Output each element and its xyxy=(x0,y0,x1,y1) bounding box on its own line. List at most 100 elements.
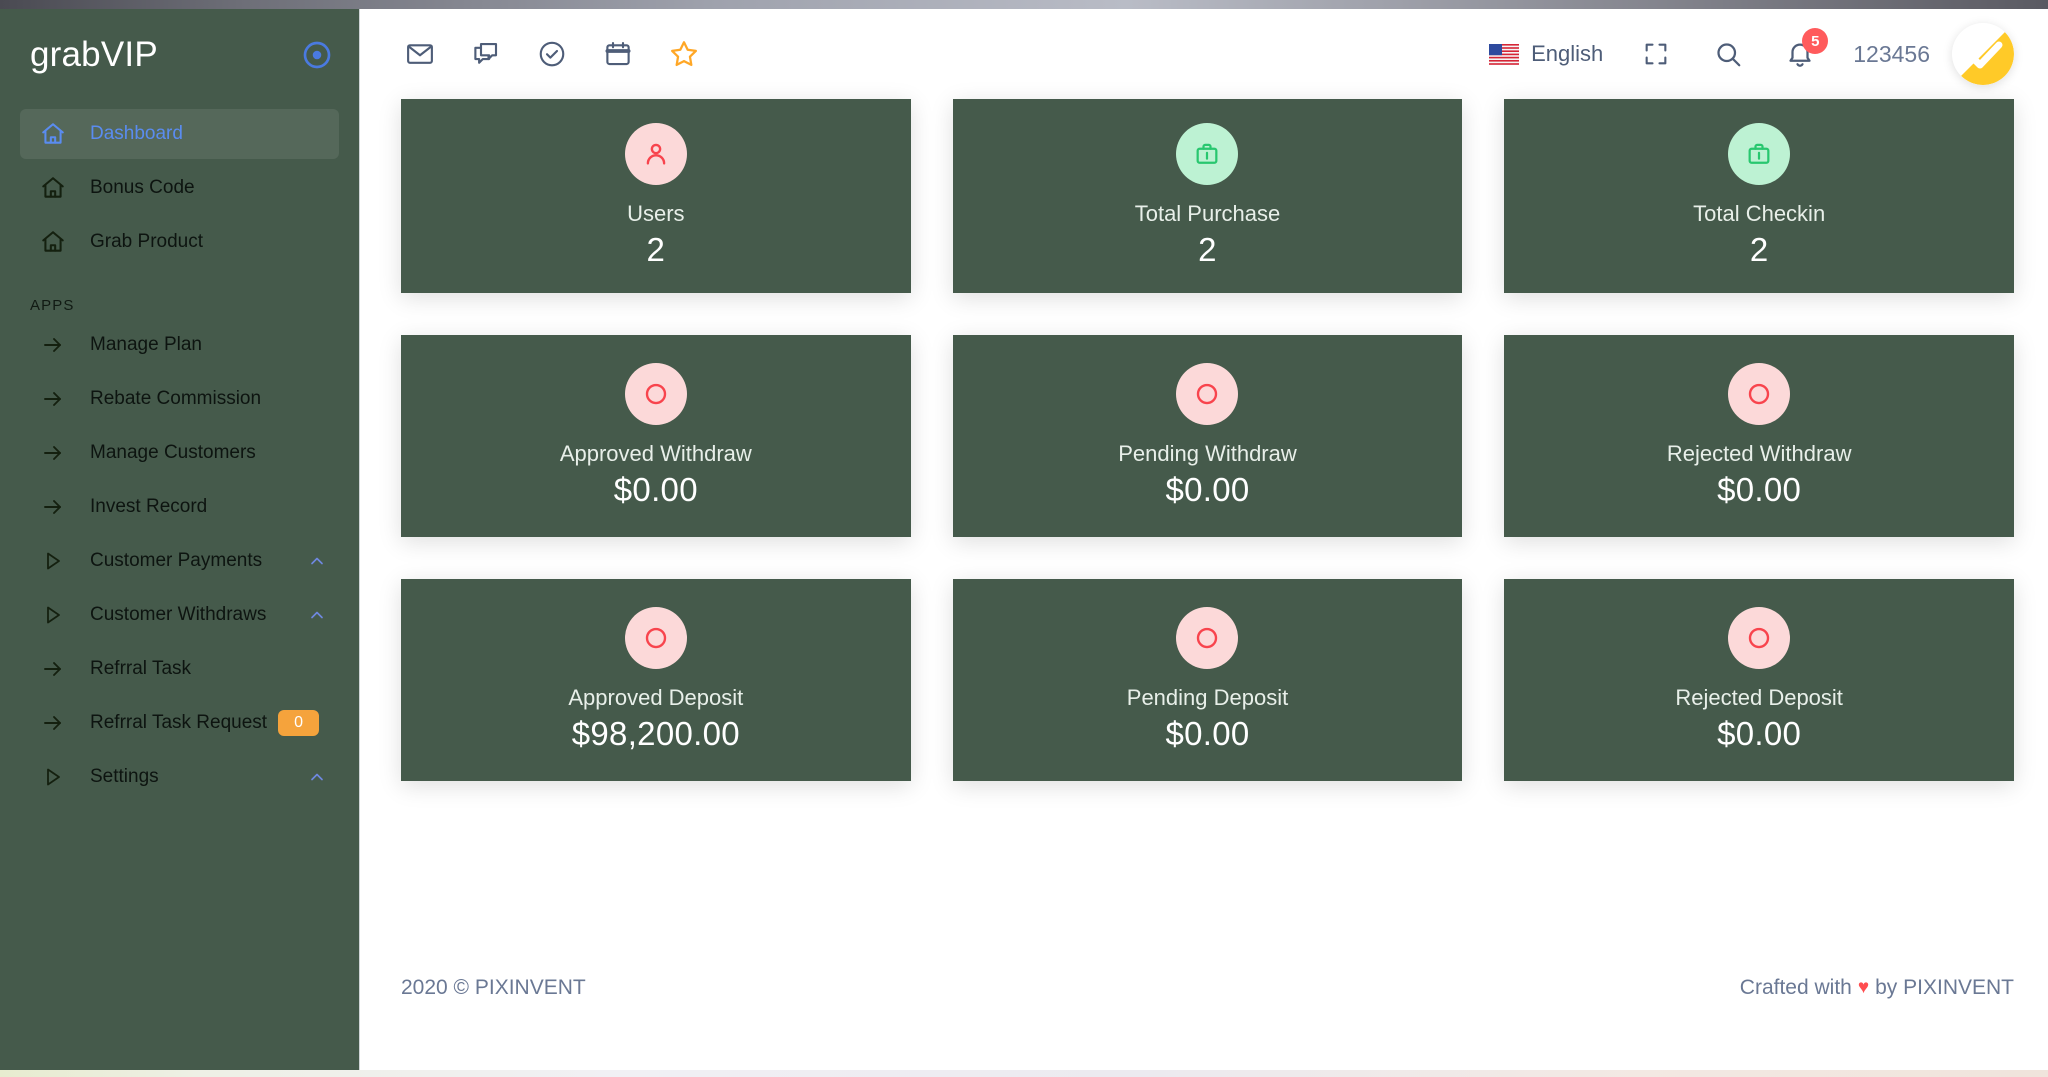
stat-card-value: $0.00 xyxy=(1717,471,1802,509)
sidebar-item-rebate-commission[interactable]: Rebate Commission xyxy=(20,374,339,424)
footer-copyright: 2020 © PIXINVENT xyxy=(401,976,586,999)
play-triangle-icon xyxy=(38,546,68,576)
star-icon[interactable] xyxy=(665,35,703,73)
sidebar-item-label: Refrral Task Request xyxy=(90,712,268,733)
window-chrome-top xyxy=(0,0,2048,9)
sidebar-nav: Dashboard Bonus Code Grab Product APPS M… xyxy=(0,101,359,802)
sidebar-item-customer-payments[interactable]: Customer Payments xyxy=(20,536,339,586)
brand-header: grabVIP xyxy=(0,9,359,101)
arrow-right-icon xyxy=(38,654,68,684)
user-icon xyxy=(624,122,687,185)
sidebar-item-label: Manage Customers xyxy=(90,442,256,463)
briefcase-icon xyxy=(1176,122,1239,185)
sidebar-item-grab-product[interactable]: Grab Product xyxy=(20,217,339,267)
stat-card-users[interactable]: Users 2 xyxy=(401,99,911,293)
stat-card-title: Approved Withdraw xyxy=(559,440,752,466)
stat-card-total-checkin[interactable]: Total Checkin 2 xyxy=(1504,99,2014,293)
sidebar-item-invest-record[interactable]: Invest Record xyxy=(20,482,339,532)
stat-card-title: Rejected Withdraw xyxy=(1666,440,1852,466)
language-label[interactable]: English xyxy=(1531,41,1603,67)
stat-card-row-3: Approved Deposit $98,200.00 Pending Depo… xyxy=(401,579,2014,781)
stat-card-value: 2 xyxy=(1749,231,1769,269)
stat-card-value: $98,200.00 xyxy=(571,715,740,753)
stat-card-value: $0.00 xyxy=(1165,471,1250,509)
sidebar-item-dashboard[interactable]: Dashboard xyxy=(20,109,339,159)
window-chrome-bottom xyxy=(0,1070,2048,1077)
sidebar-item-label: Invest Record xyxy=(90,496,208,517)
sidebar-item-refrral-task-request[interactable]: Refrral Task Request 0 xyxy=(20,698,339,748)
check-avatar-icon xyxy=(1952,23,2014,85)
sidebar-item-label: Dashboard xyxy=(90,123,183,144)
status-badge: 0 xyxy=(278,710,319,736)
stat-card-title: Rejected Deposit xyxy=(1675,684,1843,710)
footer-credit-suffix: by PIXINVENT xyxy=(1875,976,2014,999)
chat-icon[interactable] xyxy=(467,35,505,73)
sidebar-item-manage-plan[interactable]: Manage Plan xyxy=(20,320,339,370)
heart-icon: ♥ xyxy=(1857,977,1870,998)
stat-card-pending-withdraw[interactable]: Pending Withdraw $0.00 xyxy=(952,335,1463,537)
sidebar-item-label: Grab Product xyxy=(90,231,203,252)
stat-card-title: Pending Withdraw xyxy=(1118,440,1297,466)
dashboard-content: Users 2 Total Purchase 2 Total Checkin 2… xyxy=(361,99,2048,781)
us-flag-icon[interactable] xyxy=(1489,43,1531,65)
target-disc-icon[interactable] xyxy=(301,39,333,71)
sidebar-item-refrral-task[interactable]: Refrral Task xyxy=(20,644,339,694)
sidebar: grabVIP Dashboard Bonus Code Grab Produc… xyxy=(0,9,360,1077)
circle-icon xyxy=(1728,362,1791,425)
top-navbar: English 5 123456 xyxy=(361,9,2048,99)
stat-card-value: $0.00 xyxy=(1165,715,1250,753)
sidebar-section-apps: APPS xyxy=(30,297,75,314)
calendar-icon[interactable] xyxy=(599,35,637,73)
stat-card-title: Total Purchase xyxy=(1134,200,1281,226)
sidebar-item-label: Customer Withdraws xyxy=(90,604,267,625)
stat-card-approved-withdraw[interactable]: Approved Withdraw $0.00 xyxy=(401,335,911,537)
stat-card-title: Approved Deposit xyxy=(568,684,744,710)
circle-icon xyxy=(624,362,687,425)
sidebar-item-label: Rebate Commission xyxy=(90,388,262,409)
sidebar-item-label: Refrral Task xyxy=(90,658,192,679)
stat-card-rejected-deposit[interactable]: Rejected Deposit $0.00 xyxy=(1504,579,2014,781)
app-root: grabVIP Dashboard Bonus Code Grab Produc… xyxy=(0,0,2048,1077)
sidebar-item-label: Customer Payments xyxy=(90,550,263,571)
stat-card-approved-deposit[interactable]: Approved Deposit $98,200.00 xyxy=(401,579,911,781)
stat-card-row-2: Approved Withdraw $0.00 Pending Withdraw… xyxy=(401,335,2014,537)
stat-card-total-purchase[interactable]: Total Purchase 2 xyxy=(952,99,1463,293)
chevron-up-icon[interactable] xyxy=(307,605,327,625)
sidebar-item-label: Bonus Code xyxy=(90,177,195,198)
chevron-up-icon[interactable] xyxy=(307,767,327,787)
sidebar-item-settings[interactable]: Settings xyxy=(20,752,339,802)
fullscreen-icon[interactable] xyxy=(1637,35,1675,73)
sidebar-item-bonus-code[interactable]: Bonus Code xyxy=(20,163,339,213)
sidebar-item-label: Settings xyxy=(90,766,159,787)
stat-card-value: 2 xyxy=(1198,231,1217,269)
stat-card-pending-deposit[interactable]: Pending Deposit $0.00 xyxy=(952,579,1463,781)
play-triangle-icon xyxy=(38,762,68,792)
notification-count-badge: 5 xyxy=(1802,28,1829,54)
bell-icon[interactable]: 5 xyxy=(1781,28,1829,73)
stat-card-row-1: Users 2 Total Purchase 2 Total Checkin 2 xyxy=(401,99,2014,293)
sidebar-item-customer-withdraws[interactable]: Customer Withdraws xyxy=(20,590,339,640)
check-circle-icon[interactable] xyxy=(533,35,571,73)
avatar[interactable] xyxy=(1952,23,2014,85)
stat-card-rejected-withdraw[interactable]: Rejected Withdraw $0.00 xyxy=(1504,335,2014,537)
sidebar-item-manage-customers[interactable]: Manage Customers xyxy=(20,428,339,478)
page-footer: 2020 © PIXINVENT Crafted with ♥ by PIXIN… xyxy=(361,957,2048,1077)
circle-icon xyxy=(1728,606,1791,669)
main-area: English 5 123456 Users 2 Total Purchase … xyxy=(361,9,2048,1077)
arrow-right-icon xyxy=(38,384,68,414)
circle-icon xyxy=(1176,362,1239,425)
stat-card-value: $0.00 xyxy=(1717,715,1802,753)
sidebar-item-label: Manage Plan xyxy=(90,334,202,355)
play-triangle-icon xyxy=(38,600,68,630)
home-icon xyxy=(38,119,68,149)
circle-icon xyxy=(624,606,687,669)
footer-credit-prefix: Crafted with xyxy=(1739,976,1852,999)
arrow-right-icon xyxy=(38,492,68,522)
chevron-up-icon[interactable] xyxy=(307,551,327,571)
search-icon[interactable] xyxy=(1709,35,1747,73)
username-label[interactable]: 123456 xyxy=(1853,41,1930,68)
stat-card-value: 2 xyxy=(646,231,666,269)
stat-card-title: Total Checkin xyxy=(1693,200,1826,226)
navbar-right-controls: English 5 123456 xyxy=(1489,23,2014,85)
mail-icon[interactable] xyxy=(401,35,439,73)
